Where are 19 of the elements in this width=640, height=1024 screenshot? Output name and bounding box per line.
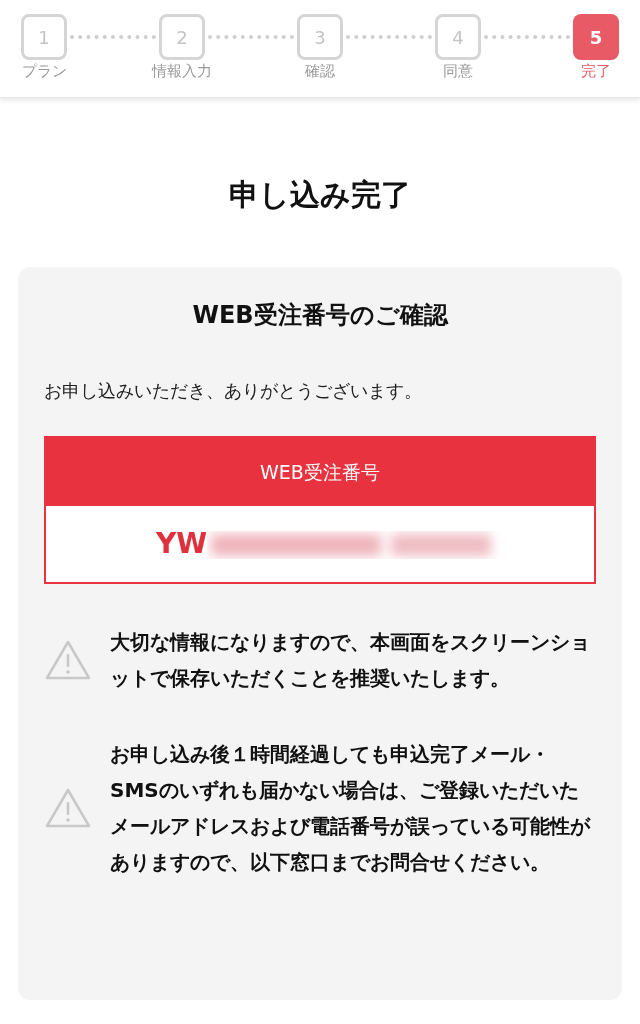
warning-icon [44, 787, 92, 829]
notice-text: 大切な情報になりますので、本画面をスクリーンショットで保存いただくことを推奨いたします。 [110, 629, 591, 692]
step-label: プラン [21, 61, 67, 82]
card-heading: WEB受注番号のご確認 [191, 300, 450, 331]
warning-icon [44, 639, 92, 681]
step-number: 3 [297, 14, 343, 60]
step-label: 確認 [305, 61, 335, 82]
step-number: 1 [21, 14, 67, 60]
step-number: 2 [159, 14, 205, 60]
thank-you-message: お申し込みいただき、ありがとうございます。 [44, 379, 423, 403]
order-number-label: WEB受注番号 [46, 438, 594, 506]
notice-text: お申し込み後１時間経過しても申込完了メール・SMSのいずれも届かない場合は、ご登録いただいたメールアドレスおよび電話番号が誤っている可能性がありますので、以下窓口までお問合せください。 [110, 741, 592, 876]
step-number: 5 [573, 14, 619, 60]
step-number: 4 [435, 14, 481, 60]
order-number: YW [156, 526, 208, 562]
step-label: 完了 [581, 61, 611, 82]
page-title: 申し込み完了 [228, 176, 412, 214]
step-label: 情報入力 [152, 61, 212, 82]
step-label: 同意 [443, 61, 473, 82]
